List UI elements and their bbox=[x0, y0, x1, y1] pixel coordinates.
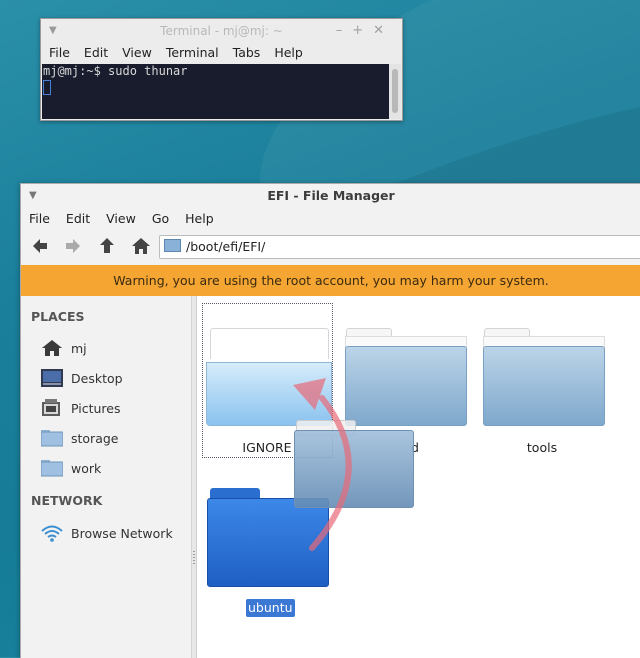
drag-arrow-icon bbox=[293, 378, 352, 551]
